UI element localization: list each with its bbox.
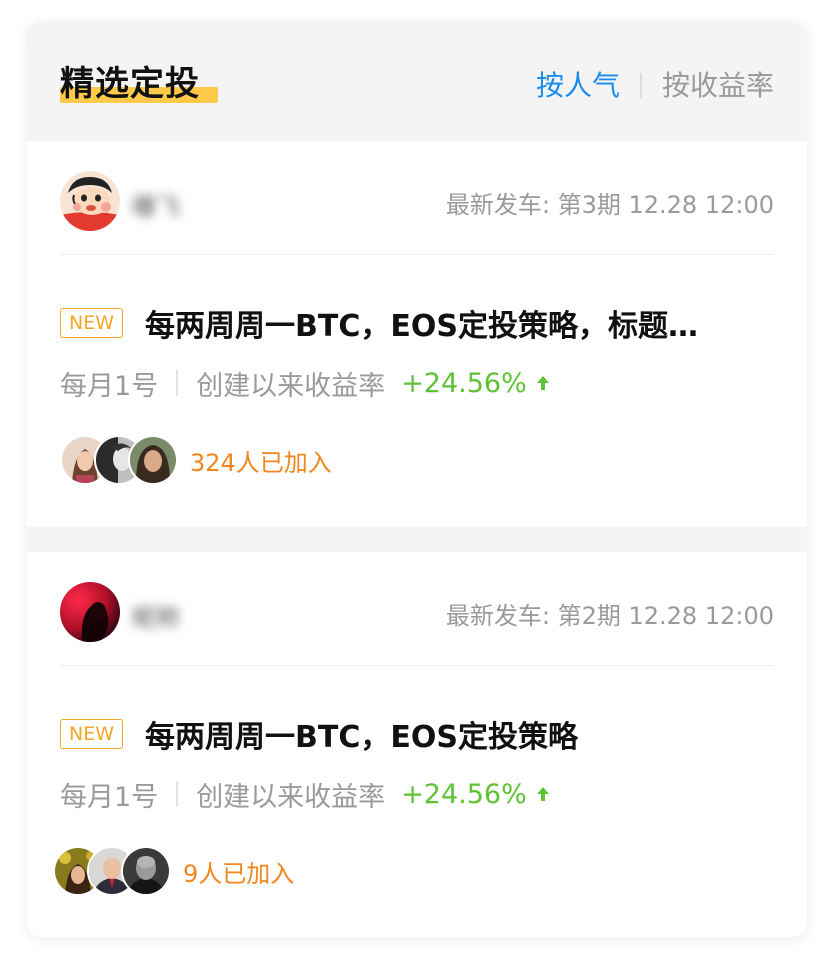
author-name[interactable]: 曝飞: [132, 187, 180, 222]
featured-plans-card: 精选定投 按人气 按收益率 曝飞 最新发车: 第3期 12.28 12:00 N…: [27, 22, 807, 937]
sort-divider: [639, 73, 642, 99]
plan-title-row: NEW 每两周周一BTC，EOS定投策略: [60, 712, 774, 756]
return-label: 创建以来收益率: [196, 781, 386, 813]
joined-count[interactable]: 9人已加入: [183, 854, 294, 889]
section-title: 精选定投: [60, 64, 200, 104]
meta-divider: [176, 781, 179, 807]
joined-row[interactable]: 324人已加入: [60, 435, 332, 485]
member-avatars: [60, 435, 178, 485]
sort-tabs: 按人气 按收益率: [536, 66, 774, 106]
author-name[interactable]: 昵称: [132, 598, 180, 633]
meta-divider: [176, 370, 179, 396]
divider: [60, 254, 774, 255]
member-avatars: [53, 846, 171, 896]
plan-frequency: 每月1号: [60, 781, 159, 813]
author-avatar-icon[interactable]: [60, 582, 120, 642]
member-avatar-icon: [121, 846, 171, 896]
arrow-up-icon: [536, 787, 549, 801]
divider: [60, 665, 774, 666]
plan-title-row: NEW 每两周周一BTC，EOS定投策略，标题…: [60, 301, 774, 345]
author-avatar-icon[interactable]: [60, 171, 120, 231]
plan-head: 昵称 最新发车: 第2期 12.28 12:00: [60, 582, 774, 642]
arrow-up-icon: [536, 376, 549, 390]
plan-meta: 每月1号 创建以来收益率 +24.56%: [60, 363, 551, 403]
joined-count[interactable]: 324人已加入: [190, 443, 332, 478]
card-header: 精选定投 按人气 按收益率: [27, 22, 807, 141]
plan-item[interactable]: 昵称 最新发车: 第2期 12.28 12:00 NEW 每两周周一BTC，EO…: [27, 552, 807, 937]
title-wrap: 精选定投: [60, 62, 218, 106]
return-value: +24.56%: [401, 778, 527, 810]
new-badge: NEW: [60, 308, 124, 338]
return-value: +24.56%: [401, 367, 527, 399]
plan-frequency: 每月1号: [60, 370, 159, 402]
latest-release: 最新发车: 第3期 12.28 12:00: [445, 191, 774, 219]
plan-title[interactable]: 每两周周一BTC，EOS定投策略: [145, 712, 578, 756]
plan-meta: 每月1号 创建以来收益率 +24.56%: [60, 774, 551, 814]
return-label: 创建以来收益率: [196, 370, 386, 402]
latest-release: 最新发车: 第2期 12.28 12:00: [445, 602, 774, 630]
sort-by-popularity-tab[interactable]: 按人气: [536, 66, 620, 106]
plan-head: 曝飞 最新发车: 第3期 12.28 12:00: [60, 171, 774, 231]
plan-item[interactable]: 曝飞 最新发车: 第3期 12.28 12:00 NEW 每两周周一BTC，EO…: [27, 141, 807, 527]
new-badge: NEW: [60, 719, 124, 749]
sort-by-return-tab[interactable]: 按收益率: [662, 66, 774, 106]
joined-row[interactable]: 9人已加入: [53, 846, 294, 896]
member-avatar-icon: [128, 435, 178, 485]
plan-title[interactable]: 每两周周一BTC，EOS定投策略，标题…: [145, 301, 698, 345]
